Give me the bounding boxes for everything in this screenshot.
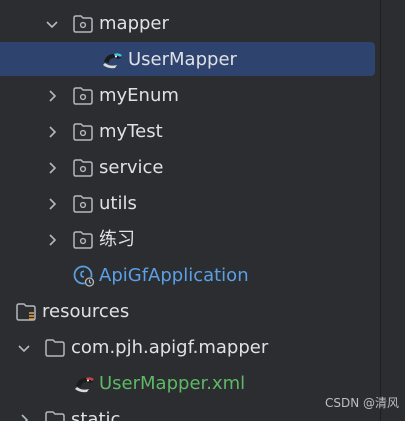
tree-item-static[interactable]: static <box>0 402 380 421</box>
tree-item-label: 练习 <box>99 229 135 250</box>
mybatis-bird-icon <box>103 53 122 69</box>
folder-icon <box>45 339 65 357</box>
scrollbar-gutter[interactable] <box>380 0 405 421</box>
tree-item-service[interactable]: service <box>0 150 380 186</box>
tree-item-label: com.pjh.apigf.mapper <box>71 337 269 358</box>
package-folder-icon <box>73 87 93 105</box>
chevron-right-icon[interactable] <box>16 412 32 421</box>
resources-folder-icon <box>16 303 36 321</box>
chevron-right-icon[interactable] <box>44 196 60 212</box>
tree-item-label: UserMapper <box>128 49 237 70</box>
tree-item-resources[interactable]: resources <box>0 294 380 330</box>
watermark: CSDN @清风 <box>324 396 399 410</box>
chevron-down-icon[interactable] <box>44 16 60 32</box>
tree-item-mytest[interactable]: myTest <box>0 114 380 150</box>
tree-item-practice[interactable]: 练习 <box>0 222 380 258</box>
package-folder-icon <box>73 159 93 177</box>
tree-item-label: myTest <box>99 121 163 142</box>
tree-item-myenum[interactable]: myEnum <box>0 78 380 114</box>
tree-item-label: myEnum <box>99 85 179 106</box>
package-folder-icon <box>73 15 93 33</box>
tree-item-label: resources <box>42 301 130 322</box>
tree-item-usermapper-xml[interactable]: UserMapper.xml <box>0 366 380 402</box>
package-folder-icon <box>73 123 93 141</box>
chevron-right-icon[interactable] <box>44 88 60 104</box>
tree-item-com-pjh-apigf-mapper[interactable]: com.pjh.apigf.mapper <box>0 330 380 366</box>
tree-item-utils[interactable]: utils <box>0 186 380 222</box>
chevron-right-icon[interactable] <box>44 160 60 176</box>
chevron-down-icon[interactable] <box>16 340 32 356</box>
spring-boot-class-icon <box>73 265 95 287</box>
project-tree-panel: mapper UserMapper myEnum myTest service … <box>0 0 405 421</box>
tree-item-usermapper[interactable]: UserMapper <box>0 42 380 78</box>
chevron-right-icon[interactable] <box>44 232 60 248</box>
tree-item-label: mapper <box>99 13 169 34</box>
tree-item-label: UserMapper.xml <box>99 373 246 394</box>
folder-icon <box>45 411 65 421</box>
package-folder-icon <box>73 231 93 249</box>
tree-item-label: utils <box>99 193 137 214</box>
tree-item-mapper[interactable]: mapper <box>0 6 380 42</box>
mybatis-xml-bird-icon <box>75 377 94 393</box>
tree-item-label: service <box>99 157 164 178</box>
tree-item-label: ApiGfApplication <box>99 265 249 286</box>
chevron-right-icon[interactable] <box>44 124 60 140</box>
package-folder-icon <box>73 195 93 213</box>
tree-item-label: static <box>71 409 121 421</box>
tree-item-apigfapplication[interactable]: ApiGfApplication <box>0 258 380 294</box>
